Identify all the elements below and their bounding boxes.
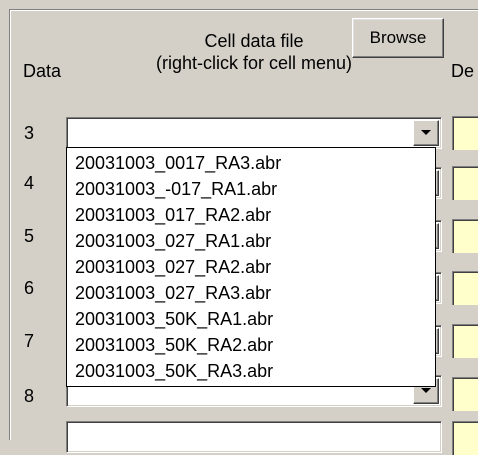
row-number: 3: [24, 123, 35, 143]
cell-file-combo[interactable]: [66, 117, 442, 149]
data-column-header: Data: [23, 61, 62, 81]
row-number: 8: [24, 386, 35, 406]
cell-file-combo[interactable]: [66, 421, 442, 453]
description-cell[interactable]: [452, 421, 478, 455]
dropdown-option[interactable]: 20031003_50K_RA2.abr: [75, 332, 435, 358]
chevron-down-icon: [421, 388, 431, 393]
window-frame-left: [0, 0, 9, 428]
cell-file-dropdown-list[interactable]: 20031003_0017_RA3.abr 20031003_-017_RA1.…: [66, 147, 436, 387]
description-column-header: De: [451, 61, 475, 81]
description-cell[interactable]: [452, 377, 478, 411]
chevron-down-icon: [421, 130, 431, 135]
dropdown-option[interactable]: 20031003_0017_RA3.abr: [75, 150, 435, 176]
description-cell[interactable]: [452, 166, 478, 200]
description-cell[interactable]: [452, 219, 478, 253]
dropdown-option[interactable]: 20031003_50K_RA3.abr: [75, 358, 435, 384]
row-number: 4: [24, 173, 35, 193]
row-number: 7: [24, 331, 35, 351]
dropdown-option[interactable]: 20031003_027_RA3.abr: [75, 280, 435, 306]
description-cell[interactable]: [452, 271, 478, 305]
window-frame-top: [0, 0, 478, 9]
dropdown-option[interactable]: 20031003_027_RA1.abr: [75, 228, 435, 254]
dropdown-option[interactable]: 20031003_017_RA2.abr: [75, 202, 435, 228]
description-cell[interactable]: [452, 116, 478, 150]
combo-dropdown-button[interactable]: [413, 120, 439, 146]
dropdown-option[interactable]: 20031003_-017_RA1.abr: [75, 176, 435, 202]
dropdown-option[interactable]: 20031003_027_RA2.abr: [75, 254, 435, 280]
description-cell[interactable]: [452, 324, 478, 358]
row-number: 6: [24, 278, 35, 298]
row-number: 5: [24, 226, 35, 246]
dropdown-option[interactable]: 20031003_50K_RA1.abr: [75, 306, 435, 332]
browse-button[interactable]: Browse: [352, 18, 444, 58]
